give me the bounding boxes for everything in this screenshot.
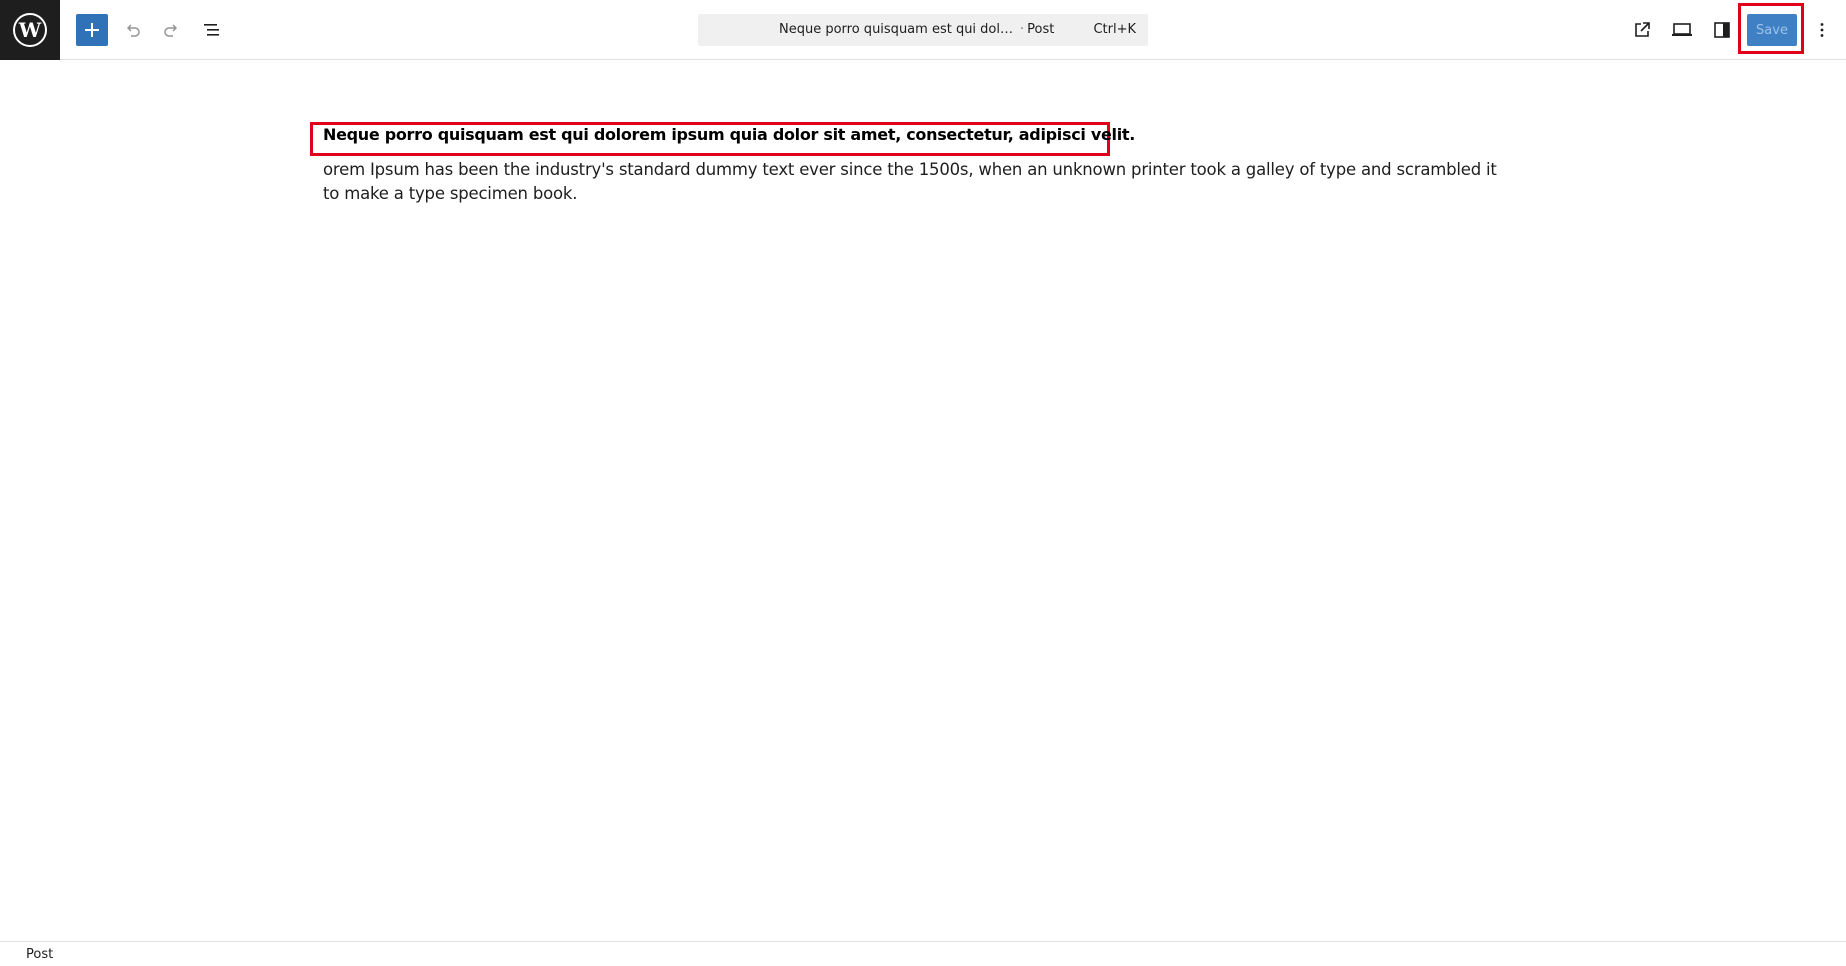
wordpress-logo-icon[interactable]: W <box>0 0 60 60</box>
undo-button[interactable] <box>114 12 150 48</box>
list-view-icon <box>204 24 219 36</box>
options-button[interactable] <box>1804 12 1840 48</box>
undo-icon <box>126 24 140 37</box>
editor-footer: Post <box>0 941 1846 966</box>
sidebar-settings-icon <box>1714 22 1730 38</box>
breadcrumb[interactable]: Post <box>26 947 53 962</box>
more-vertical-icon <box>1820 23 1824 37</box>
separator-dot: · <box>1020 22 1025 37</box>
desktop-preview-icon <box>1672 23 1692 36</box>
document-overview-button[interactable] <box>194 12 230 48</box>
post-type-text: Post <box>1027 22 1055 37</box>
document-title: Neque porro quisquam est qui dolorem ips… <box>779 22 1014 37</box>
save-button[interactable]: Save <box>1747 14 1797 46</box>
plus-icon <box>85 23 99 37</box>
redo-button[interactable] <box>154 12 190 48</box>
preview-button[interactable] <box>1664 12 1700 48</box>
editor-canvas[interactable]: Neque porro quisquam est qui dolorem ips… <box>0 60 1846 941</box>
redo-icon <box>164 24 178 37</box>
editor-header: W Neque porro quisquam est qui dolorem i… <box>0 0 1846 60</box>
settings-sidebar-button[interactable] <box>1704 12 1740 48</box>
external-link-icon <box>1635 22 1650 37</box>
svg-text:W: W <box>18 18 42 42</box>
keyboard-shortcut: Ctrl+K <box>1093 22 1136 37</box>
heading-block[interactable]: Neque porro quisquam est qui dolorem ips… <box>323 125 1135 144</box>
command-palette-bar[interactable]: Neque porro quisquam est qui dolorem ips… <box>698 14 1148 46</box>
add-block-button[interactable] <box>76 14 108 46</box>
view-post-button[interactable] <box>1624 12 1660 48</box>
post-type-label: · Post <box>1020 22 1054 37</box>
paragraph-block[interactable]: orem Ipsum has been the industry's stand… <box>323 158 1513 206</box>
